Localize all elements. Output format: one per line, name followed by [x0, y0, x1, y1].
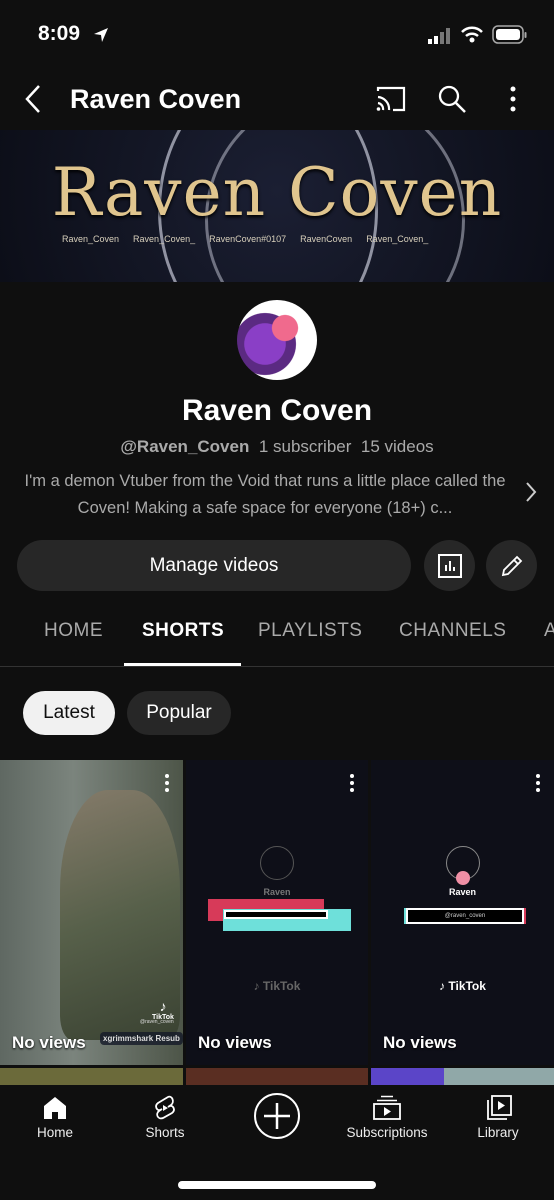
banner-social-twitter: Raven_Coven_ [133, 234, 196, 244]
nav-home-label: Home [36, 1125, 73, 1140]
create-button[interactable] [254, 1093, 300, 1139]
channel-meta: @Raven_Coven 1 subscriber 15 videos [0, 437, 554, 457]
manage-videos-label: Manage videos [149, 554, 279, 576]
short-more-icon[interactable] [165, 774, 169, 795]
short-views: No views [12, 1033, 86, 1052]
app-bar-title: Raven Coven [70, 84, 242, 114]
tab-shorts[interactable]: SHORTS [142, 620, 224, 642]
nav-library-label: Library [477, 1125, 519, 1140]
profile-circle [260, 846, 294, 880]
manage-videos-button[interactable]: Manage videos [17, 540, 411, 591]
tiktok-search-bar: @raven_coven [406, 908, 524, 924]
channel-avatar[interactable] [237, 300, 317, 380]
more-icon[interactable] [507, 86, 519, 112]
search-icon[interactable] [437, 84, 467, 114]
nav-shorts[interactable]: Shorts [110, 1095, 220, 1140]
plus-icon [264, 1103, 290, 1129]
profile-name: Raven [448, 887, 476, 897]
follow-dot [456, 871, 470, 885]
signal-icon [428, 28, 450, 44]
tab-home[interactable]: HOME [44, 620, 103, 642]
short-more-icon[interactable] [350, 774, 354, 795]
cast-icon[interactable] [375, 85, 407, 113]
tabs-divider [0, 666, 554, 667]
library-icon [487, 1095, 512, 1120]
nav-library[interactable]: Library [443, 1095, 553, 1140]
channel-name: Raven Coven [181, 394, 373, 427]
short-tile[interactable]: Raven ♪ TikTok No views [186, 760, 368, 1065]
subscriptions-icon [373, 1095, 401, 1120]
nav-home[interactable]: Home [0, 1095, 110, 1140]
banner-social-tiktok: Raven_Coven_ [366, 234, 429, 244]
tiktok-logo: ♪ TikTok [439, 979, 486, 993]
tab-playlists[interactable]: PLAYLISTS [258, 620, 362, 642]
banner-social-twitch: Raven_Coven [62, 234, 120, 244]
banner-socials: Raven_Coven Raven_Coven_ RavenCoven#0107… [62, 234, 428, 244]
tiktok-handle: @raven_coven [140, 1019, 174, 1025]
subscriber-count: 1 subscriber [258, 437, 352, 456]
tab-channels[interactable]: CHANNELS [399, 620, 506, 642]
short-tile[interactable]: ♪ TikTok @raven_coven xgrimmshark Resub N… [0, 760, 183, 1065]
nav-shorts-label: Shorts [145, 1125, 185, 1140]
tiktok-logo: ♪ TikTok [253, 979, 301, 993]
short-tile-partial[interactable] [186, 1068, 368, 1085]
shorts-icon [155, 1095, 175, 1120]
channel-banner: Raven Coven Raven_Coven Raven_Coven_ Rav… [0, 130, 554, 282]
nav-subscriptions[interactable]: Subscriptions [332, 1095, 442, 1140]
pencil-icon [501, 555, 522, 576]
edit-channel-button[interactable] [486, 540, 537, 591]
channel-handle: @Raven_Coven [120, 437, 250, 456]
short-views: No views [383, 1033, 457, 1052]
chip-latest[interactable]: Latest [23, 691, 115, 735]
status-time: 8:09 [38, 22, 81, 45]
chip-popular-label: Popular [146, 702, 212, 723]
location-arrow-icon [94, 28, 108, 42]
analytics-button[interactable] [424, 540, 475, 591]
home-indicator [178, 1181, 376, 1189]
home-icon [44, 1097, 66, 1119]
banner-title: Raven Coven [51, 154, 503, 231]
analytics-icon [437, 553, 462, 578]
battery-icon [492, 25, 527, 44]
short-tile-partial[interactable] [371, 1068, 554, 1085]
tab-about[interactable]: A [544, 620, 554, 642]
chip-latest-label: Latest [43, 702, 95, 723]
short-tile-partial[interactable] [0, 1068, 183, 1085]
short-tile[interactable]: Raven @raven_coven ♪ TikTok No views [371, 760, 554, 1065]
nav-subscriptions-label: Subscriptions [346, 1125, 428, 1140]
short-more-icon[interactable] [536, 774, 540, 795]
profile-name: Raven [263, 887, 291, 897]
banner-social-instagram: RavenCoven [300, 234, 353, 244]
video-count: 15 videos [360, 437, 434, 456]
back-icon[interactable] [22, 84, 44, 114]
search-bar [224, 910, 328, 919]
chip-popular[interactable]: Popular [127, 691, 231, 735]
channel-description[interactable]: I'm a demon Vtuber from the Void that ru… [20, 468, 510, 522]
chevron-right-icon[interactable] [524, 480, 538, 504]
short-views: No views [198, 1033, 272, 1052]
tiktok-badge: ♪ TikTok [152, 998, 174, 1021]
banner-social-discord: RavenCoven#0107 [209, 234, 287, 244]
stream-overlay-text: xgrimmshark Resub [100, 1032, 183, 1045]
wifi-icon [461, 26, 483, 43]
